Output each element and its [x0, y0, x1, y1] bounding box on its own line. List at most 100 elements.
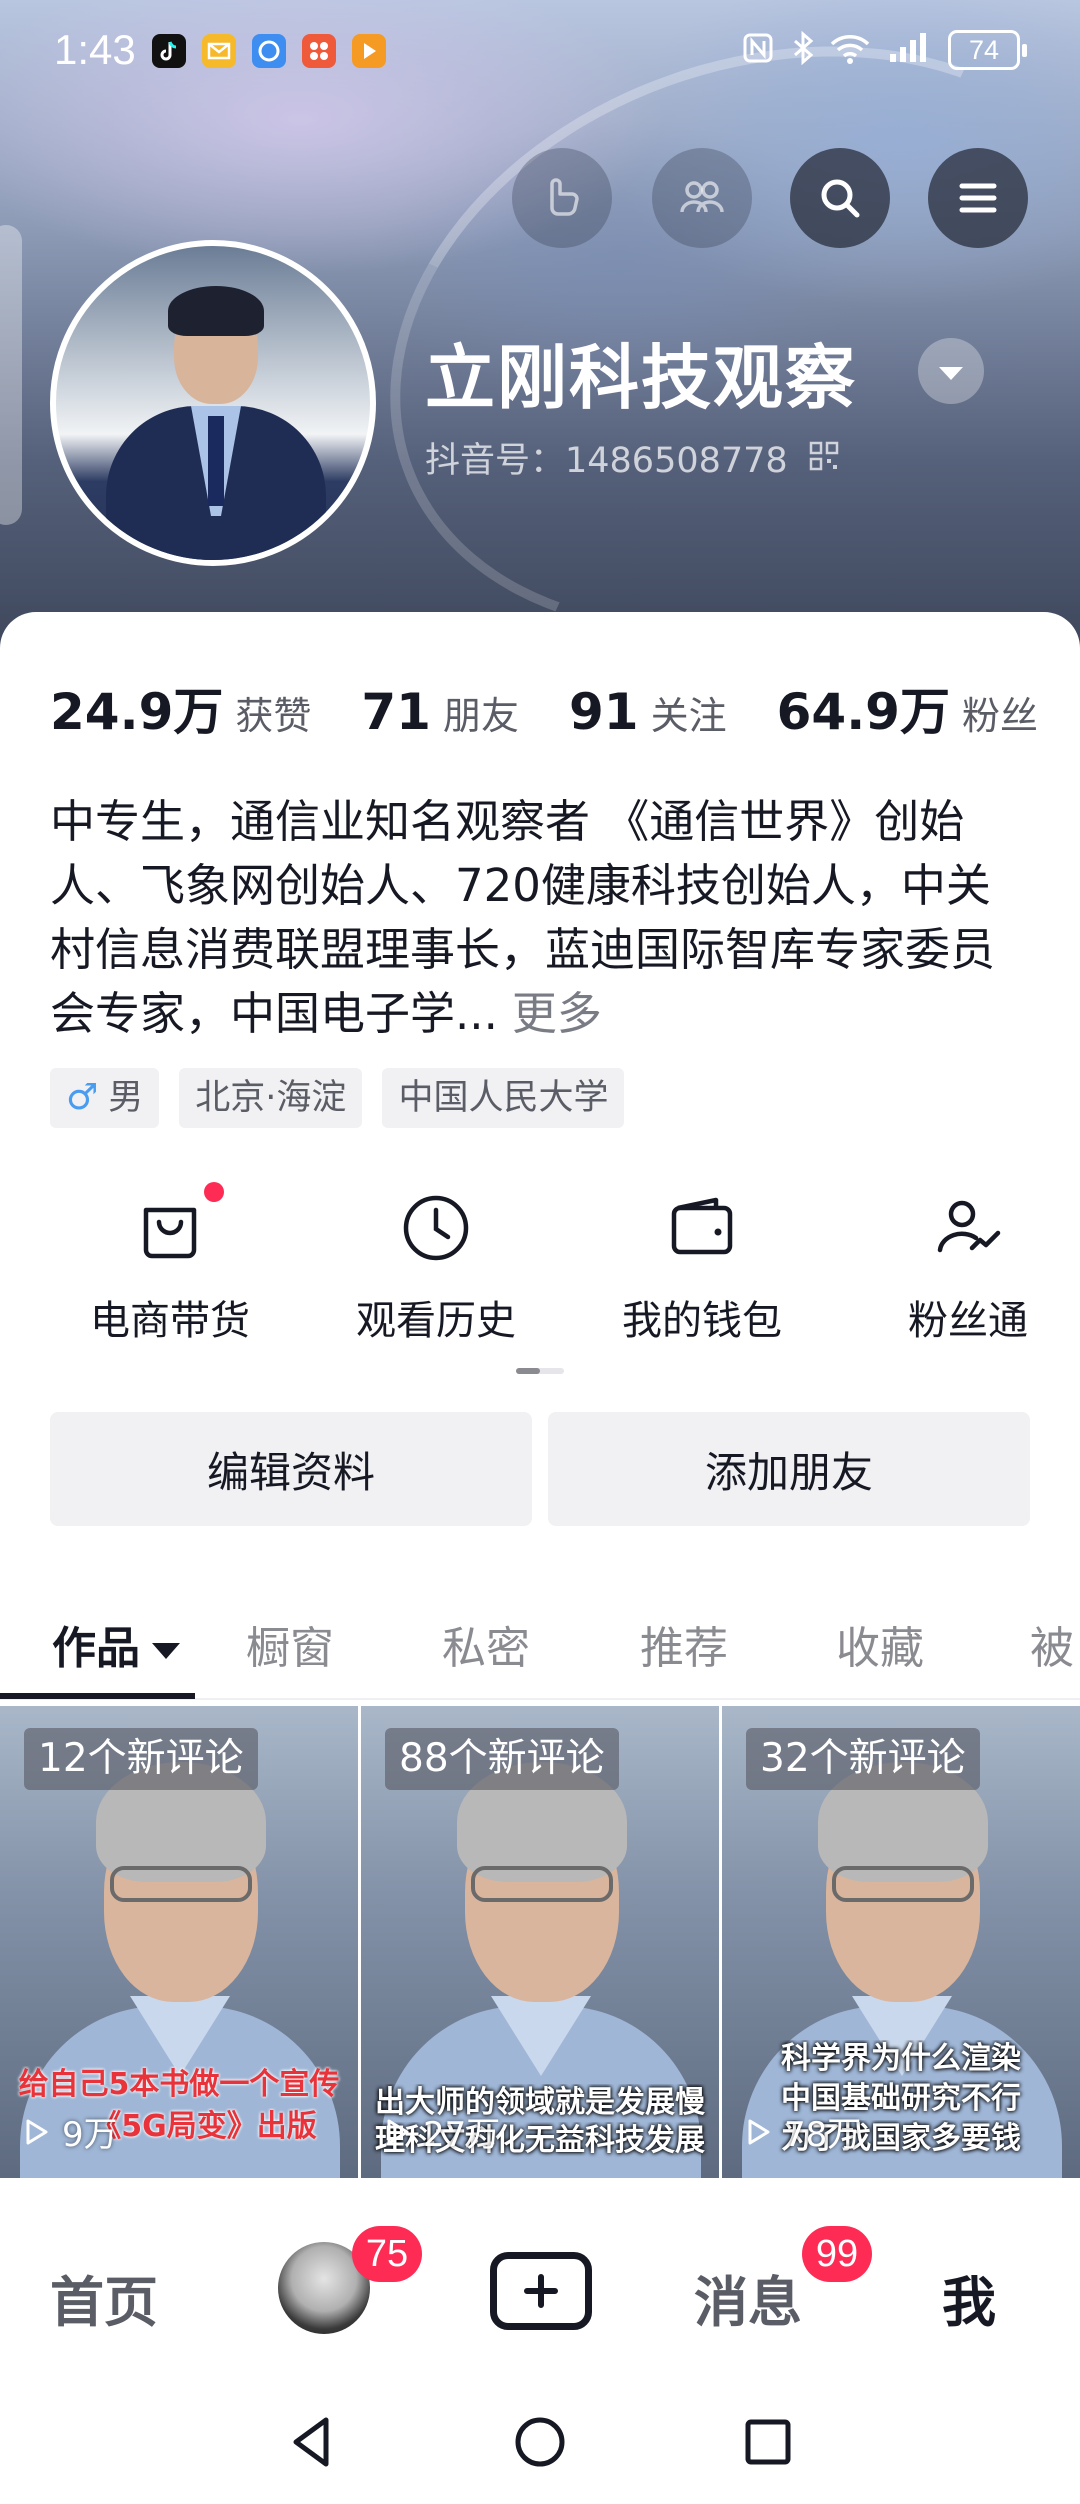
qr-code-icon[interactable] — [808, 440, 840, 472]
avatar-hair — [168, 286, 264, 336]
new-comments-badge: 88个新评论 — [385, 1728, 619, 1790]
side-drawer-handle[interactable] — [0, 225, 22, 525]
friends-count[interactable]: 71 — [361, 683, 431, 741]
tool-label: 电商带货 — [90, 1298, 250, 1344]
tab-showcase[interactable]: 橱窗 — [246, 1612, 334, 1676]
active-tab-underline — [0, 1693, 195, 1699]
gesture-icon — [550, 178, 579, 216]
gesture-button[interactable] — [512, 148, 612, 248]
play-count-value: 78万 — [784, 2115, 862, 2155]
nav-messages[interactable]: 消息 — [694, 2258, 802, 2337]
tab-liked[interactable]: 被 — [1030, 1612, 1074, 1676]
tab-recommended[interactable]: 推荐 — [640, 1612, 728, 1676]
profile-name: 立刚科技观察 — [425, 337, 857, 419]
home-circle-icon[interactable] — [510, 2412, 570, 2472]
video-player-icon — [352, 34, 386, 68]
tab-label: 作品 — [52, 1623, 140, 1674]
edit-profile-button[interactable]: 编辑资料 — [50, 1412, 532, 1526]
chevron-down-icon — [939, 366, 963, 380]
avatar-tie — [208, 416, 224, 506]
gender-tag: ♂ 男 — [50, 1068, 160, 1128]
bio-more-link[interactable]: 更多 — [512, 987, 602, 1040]
followers-label: 粉丝 — [961, 694, 1038, 738]
status-bar: 1:43 74 — [0, 0, 1080, 100]
likes-count[interactable]: 24.9万 — [50, 672, 223, 744]
douyin-icon — [152, 34, 186, 68]
nav-home[interactable]: 首页 — [50, 2258, 158, 2337]
add-friend-button[interactable]: 添加朋友 — [548, 1412, 1030, 1526]
play-count: 9万 — [20, 2107, 118, 2156]
video-caption: 科学界为什么渲染 — [781, 2041, 1021, 2076]
status-time: 1:43 — [54, 26, 136, 73]
profile-tags: ♂ 男 北京·海淀 中国人民大学 — [50, 1068, 625, 1128]
messages-badge: 99 — [802, 2226, 872, 2282]
tool-label: 粉丝通 — [908, 1298, 1028, 1344]
tool-fans-promotion[interactable]: 粉丝通 — [858, 1190, 1080, 1346]
wifi-icon — [828, 30, 872, 75]
school-tag: 中国人民大学 — [382, 1068, 625, 1128]
indicator-thumb — [516, 1368, 540, 1374]
friends-icon — [680, 181, 724, 213]
person-glasses — [832, 1866, 974, 1902]
tab-favorites[interactable]: 收藏 — [836, 1612, 924, 1676]
shopping-bag-icon — [143, 1207, 197, 1259]
notification-dot — [204, 1182, 224, 1202]
video-thumbnail[interactable]: 88个新评论 出大师的领域就是发展慢 理科文科化无益科技发展 27万 — [361, 1706, 719, 2178]
video-thumbnail[interactable]: 12个新评论 给自己5本书做一个宣传 《5G局变》出版 9万 — [0, 1706, 358, 2178]
following-count[interactable]: 91 — [569, 683, 639, 741]
create-post-button[interactable] — [490, 2252, 592, 2330]
profile-bio[interactable]: 中专生，通信业知名观察者 《通信世界》创始人、飞象网创始人、720健康科技创始人… — [50, 790, 1030, 1046]
person-glasses — [471, 1866, 613, 1902]
friends-badge: 75 — [352, 2226, 422, 2282]
profile-stats: 24.9万 获赞 71 朋友 91 关注 64.9万 粉丝 — [50, 672, 1038, 744]
bottom-navigation: 首页 75 消息 99 我 — [0, 2200, 1080, 2390]
video-thumbnail[interactable]: 32个新评论 科学界为什么渲染 中国基础研究不行 为了找国家多要钱 78万 — [722, 1706, 1080, 2178]
nav-me[interactable]: 我 — [942, 2258, 996, 2337]
bluetooth-icon — [785, 30, 821, 75]
tab-works[interactable]: 作品 — [52, 1612, 180, 1676]
location-tag: 北京·海淀 — [179, 1068, 363, 1128]
friends-label: 朋友 — [442, 694, 519, 738]
menu-icon — [959, 183, 997, 213]
play-count-value: 9万 — [62, 2115, 118, 2155]
app-market-icon — [302, 34, 336, 68]
battery-indicator: 74 — [948, 30, 1027, 70]
play-icon — [748, 2119, 770, 2144]
douyin-id: 抖音号：1486508778 — [425, 441, 788, 481]
search-button[interactable] — [790, 148, 890, 248]
content-tabs: 作品 橱窗 私密 推荐 收藏 被 — [0, 1600, 1080, 1700]
likes-label: 获赞 — [235, 694, 312, 738]
plus-icon — [524, 2274, 558, 2308]
play-count: 78万 — [742, 2107, 861, 2156]
play-count: 27万 — [381, 2107, 500, 2156]
signal-icon — [886, 30, 930, 75]
mail-icon — [202, 34, 236, 68]
tool-wallet[interactable]: 我的钱包 — [592, 1190, 812, 1346]
person-glasses — [110, 1866, 252, 1902]
profile-avatar[interactable] — [50, 240, 376, 566]
tools-page-indicator — [516, 1368, 564, 1374]
tool-label: 观看历史 — [356, 1298, 516, 1344]
tab-private[interactable]: 私密 — [442, 1612, 530, 1676]
account-switch-button[interactable] — [918, 338, 984, 404]
male-icon: ♂ — [66, 1077, 99, 1118]
fans-growth-icon — [937, 1200, 1001, 1253]
clock-icon — [403, 1195, 469, 1261]
new-comments-badge: 32个新评论 — [746, 1728, 980, 1790]
tool-ecommerce[interactable]: 电商带货 — [60, 1190, 280, 1346]
recents-square-icon[interactable] — [738, 2412, 798, 2472]
search-icon — [821, 179, 860, 218]
play-icon — [26, 2119, 48, 2144]
followers-count[interactable]: 64.9万 — [777, 672, 950, 744]
browser-icon — [252, 34, 286, 68]
caret-down-icon — [152, 1643, 180, 1659]
tool-watch-history[interactable]: 观看历史 — [326, 1190, 546, 1346]
back-icon[interactable] — [282, 2412, 342, 2472]
wallet-icon — [671, 1197, 733, 1255]
gender-label: 男 — [108, 1078, 144, 1118]
menu-button[interactable] — [928, 148, 1028, 248]
friends-button[interactable] — [652, 148, 752, 248]
nfc-icon — [740, 30, 776, 75]
play-count-value: 27万 — [423, 2115, 501, 2155]
new-comments-badge: 12个新评论 — [24, 1728, 258, 1790]
